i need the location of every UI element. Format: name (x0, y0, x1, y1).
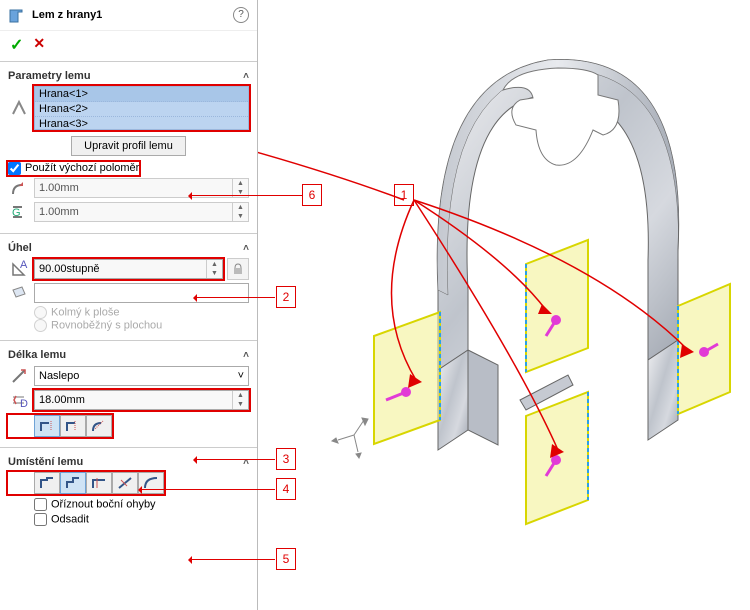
section-parametry: Parametry lemu ˄ Hrana<1> Hrana<2> Hrana… (0, 62, 257, 234)
flange-measure-inner-button[interactable] (60, 415, 86, 437)
panel-title: Lem z hrany1 (32, 9, 233, 21)
parallel-radio[interactable]: Rovnoběžný s plochou (8, 319, 249, 332)
face-icon (8, 282, 30, 304)
edge-item[interactable]: Hrana<3> (35, 117, 248, 130)
chevron-down-icon: ˅ (238, 370, 244, 382)
3d-viewport[interactable] (258, 0, 750, 610)
section-title-parametry: Parametry lemu (8, 70, 91, 82)
svg-text:D: D (20, 398, 28, 409)
edge-listbox[interactable]: Hrana<1> Hrana<2> Hrana<3> (34, 86, 249, 130)
chevron-up-icon: ˄ (243, 71, 249, 82)
flange-measure-tangent-button[interactable] (86, 415, 112, 437)
direction-input[interactable] (34, 283, 249, 303)
section-title-uhel: Úhel (8, 242, 32, 254)
chevron-up-icon: ˄ (243, 243, 249, 254)
bend-radius-icon (8, 177, 30, 199)
flange-measure-outer-button[interactable] (34, 415, 60, 437)
cancel-button[interactable]: ✕ (33, 35, 45, 55)
default-radius-checkbox[interactable]: Použít výchozí poloměr (8, 162, 139, 174)
triad-icon (332, 418, 368, 458)
confirm-row: ✓ ✕ (0, 31, 257, 62)
feature-panel: Lem z hrany1 ? ✓ ✕ Parametry lemu ˄ Hran… (0, 0, 258, 610)
lock-icon[interactable] (227, 258, 249, 280)
svg-text:G: G (12, 207, 21, 219)
trim-side-checkbox[interactable]: Oříznout boční ohyby (34, 498, 156, 511)
edit-profile-button[interactable]: Upravit profil lemu (71, 136, 186, 156)
default-radius-label: Použít výchozí poloměr (25, 162, 139, 174)
chevron-up-icon: ˄ (243, 350, 249, 361)
position-bend-outside-button[interactable] (86, 472, 112, 494)
section-head-uhel[interactable]: Úhel ˄ (8, 242, 249, 254)
radius2-input: ▲▼ (34, 202, 249, 222)
help-icon[interactable]: ? (233, 7, 249, 23)
section-uhel: Úhel ˄ A ▲▼ Ko (0, 234, 257, 341)
model-preview (258, 0, 750, 610)
section-head-umisteni[interactable]: Umístění lemu ˄ (8, 456, 249, 468)
section-head-delka[interactable]: Délka lemu ˄ (8, 349, 249, 361)
edge-item[interactable]: Hrana<1> (35, 87, 248, 102)
gap-icon: G (8, 201, 30, 223)
section-umisteni: Umístění lemu ˄ Oříznout boční ohyby Ods… (0, 448, 257, 536)
angle-icon: A (8, 258, 30, 280)
angle-input[interactable]: ▲▼ (34, 259, 223, 279)
feature-icon (8, 6, 26, 24)
edge-collector-icon (8, 97, 30, 119)
endcondition-icon (8, 365, 30, 387)
svg-text:A: A (20, 260, 28, 271)
length-input[interactable]: ▲▼ (34, 390, 249, 410)
edge-item[interactable]: Hrana<2> (35, 102, 248, 117)
section-title-delka: Délka lemu (8, 349, 66, 361)
ok-button[interactable]: ✓ (10, 35, 23, 55)
position-material-inside-button[interactable] (34, 472, 60, 494)
section-delka: Délka lemu ˄ Naslepo ˅ D ▲▼ (0, 341, 257, 448)
offset-checkbox[interactable]: Odsadit (34, 513, 89, 526)
panel-header: Lem z hrany1 ? (0, 0, 257, 31)
length-icon: D (8, 389, 30, 411)
length-type-dropdown[interactable]: Naslepo ˅ (34, 366, 249, 386)
position-material-outside-button[interactable] (60, 472, 86, 494)
section-head-parametry[interactable]: Parametry lemu ˄ (8, 70, 249, 82)
perpendicular-radio[interactable]: Kolmý k ploše (8, 306, 249, 319)
section-title-umisteni: Umístění lemu (8, 456, 83, 468)
